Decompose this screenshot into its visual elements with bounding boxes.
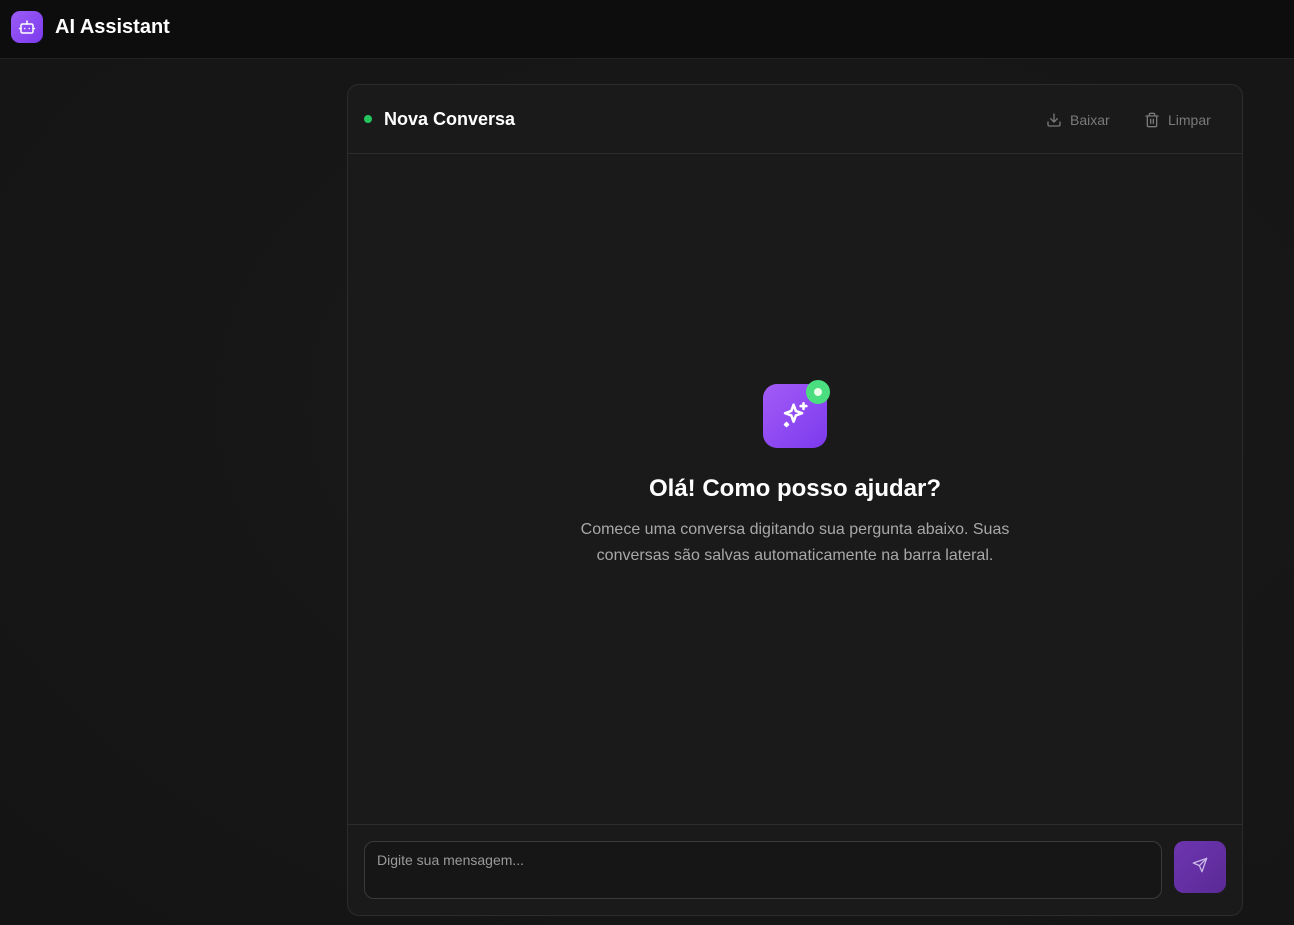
chat-header: Nova Conversa Baixar Limpar	[348, 85, 1242, 154]
empty-state-title: Olá! Como posso ajudar?	[648, 475, 942, 502]
trash-icon	[1144, 112, 1160, 128]
chat-panel: Nova Conversa Baixar Limpar Olá! Como po…	[347, 84, 1243, 916]
download-label: Baixar	[1070, 112, 1110, 128]
send-icon	[1192, 857, 1208, 878]
status-dot	[364, 115, 372, 123]
clear-label: Limpar	[1168, 112, 1211, 128]
conversation-title: Nova Conversa	[384, 109, 516, 129]
empty-state-description: Comece uma conversa digitando sua pergun…	[580, 521, 1010, 564]
download-icon	[1046, 112, 1062, 128]
online-badge	[806, 380, 830, 404]
robot-icon	[11, 11, 43, 43]
top-bar: AI Assistant	[0, 0, 1294, 59]
download-button[interactable]: Baixar	[1046, 109, 1110, 131]
send-button[interactable]	[1174, 841, 1226, 893]
composer	[348, 824, 1242, 915]
app-title: AI Assistant	[55, 16, 170, 38]
message-input[interactable]	[364, 841, 1162, 899]
clear-button[interactable]: Limpar	[1144, 109, 1211, 131]
